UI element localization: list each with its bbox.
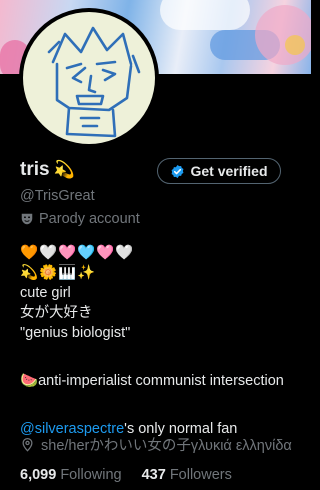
profile-bio: 🧡 🤍 🩷 🩵 🩷 🤍 💫 🌼 🎹 ✨ cute girl 女が大好き "gen… <box>20 243 284 439</box>
profile-location: she/herかわいい女の子γλυκιά ελληνίδα <box>20 434 292 455</box>
location-text: she/herかわいい女の子γλυκιά ελληνίδα <box>41 438 292 454</box>
dizzy-icon: 💫 <box>20 265 39 281</box>
sparkles-icon: ✨ <box>77 265 96 281</box>
parody-account-text: Parody account <box>39 211 140 227</box>
display-name: tris 💫 <box>20 159 75 181</box>
bio-emoji-row: 💫 🌼 🎹 ✨ <box>20 263 284 283</box>
bio-politics-text: anti-imperialist communist intersection <box>38 373 284 389</box>
avatar-drawing <box>23 12 155 144</box>
location-pin-icon <box>22 437 33 452</box>
bio-hearts-row: 🧡 🤍 🩷 🩵 🩷 🤍 <box>20 243 284 263</box>
verified-badge-icon <box>172 164 184 178</box>
bio-line-politics: 🍉anti-imperialist communist intersection <box>20 371 284 391</box>
parody-account-label: Parody account <box>20 211 140 227</box>
theater-mask-icon <box>21 213 33 225</box>
followers-count: 437 <box>141 467 166 483</box>
white-heart-icon: 🤍 <box>115 245 134 261</box>
bio-blank-line <box>20 343 284 363</box>
bio-line-cute-girl: cute girl <box>20 285 71 301</box>
blossom-icon: 🌼 <box>39 265 58 281</box>
get-verified-label: Get verified <box>190 163 268 179</box>
profile-avatar[interactable] <box>19 8 159 148</box>
follow-stats: 6,099 Following 437 Followers <box>20 467 232 483</box>
dizzy-emoji-icon: 💫 <box>53 160 75 179</box>
followers-label: Followers <box>169 467 232 483</box>
followers-link[interactable]: 437 Followers <box>142 467 232 483</box>
pink-heart-icon: 🩷 <box>58 245 77 261</box>
following-label: Following <box>60 467 122 483</box>
following-link[interactable]: 6,099 Following <box>20 467 122 483</box>
user-handle: @TrisGreat <box>20 188 95 204</box>
following-count: 6,099 <box>20 467 57 483</box>
light-blue-heart-icon: 🩵 <box>77 245 96 261</box>
white-heart-icon: 🤍 <box>39 245 58 261</box>
watermelon-icon: 🍉 <box>20 373 39 389</box>
piano-keys-icon: 🎹 <box>58 265 77 281</box>
display-name-text: tris <box>20 159 50 180</box>
bio-blank-line <box>20 391 284 411</box>
bio-line-japanese: 女が大好き <box>20 305 93 321</box>
get-verified-button[interactable]: Get verified <box>157 158 281 184</box>
pink-heart-icon: 🩷 <box>96 245 115 261</box>
bio-line-biologist: "genius biologist" <box>20 325 131 341</box>
orange-heart-icon: 🧡 <box>20 245 39 261</box>
